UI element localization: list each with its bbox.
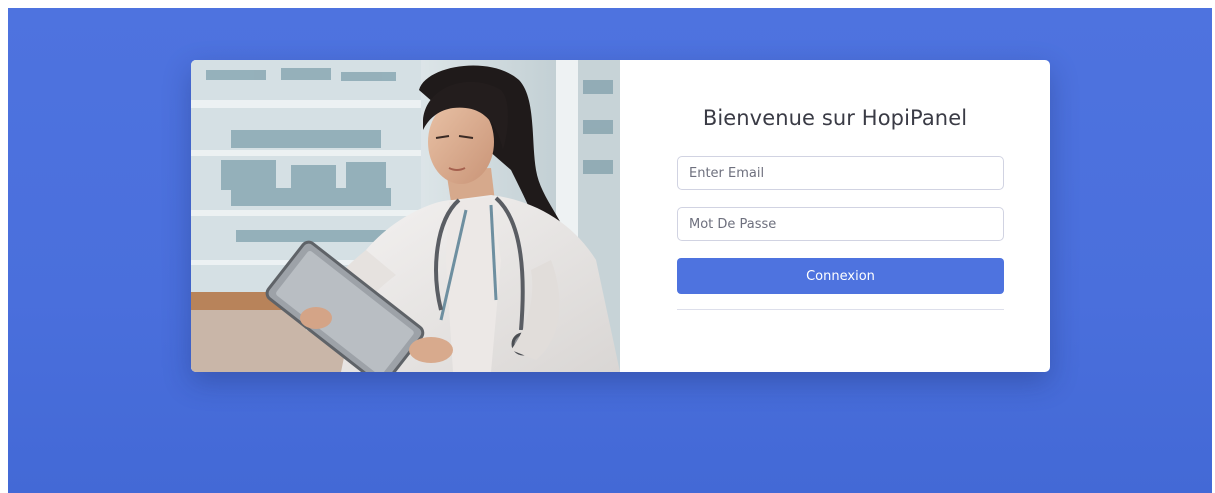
login-title: Bienvenue sur HopiPanel: [702, 106, 968, 130]
form-divider: [677, 309, 1004, 310]
login-card: Bienvenue sur HopiPanel Connexion: [191, 60, 1050, 372]
email-input[interactable]: [677, 156, 1004, 190]
page-background: Bienvenue sur HopiPanel Connexion: [8, 8, 1212, 493]
doctor-photo: [191, 60, 620, 372]
login-button[interactable]: Connexion: [677, 258, 1004, 294]
password-input[interactable]: [677, 207, 1004, 241]
login-form-panel: Bienvenue sur HopiPanel Connexion: [620, 60, 1050, 372]
